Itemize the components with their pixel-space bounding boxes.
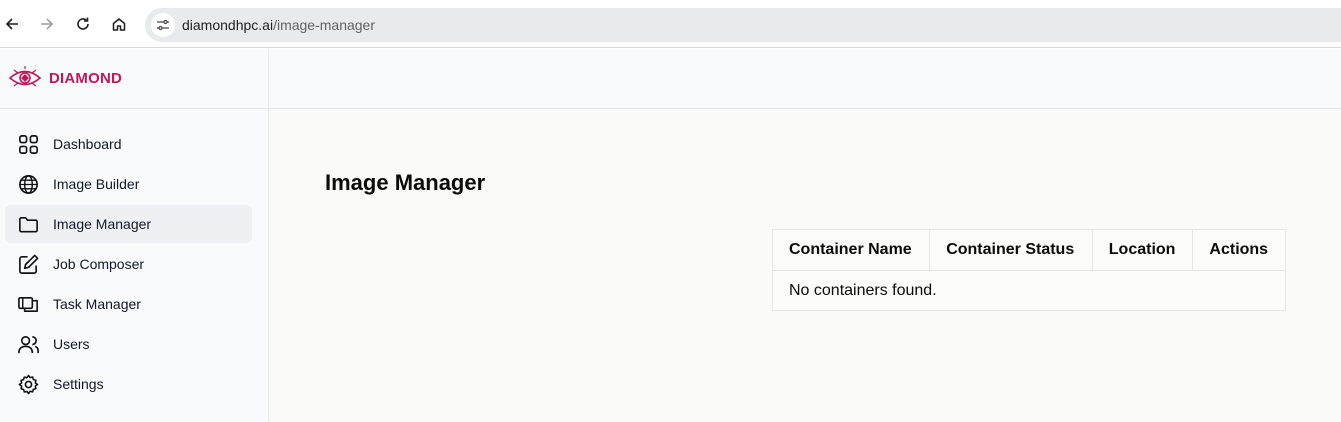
reload-icon (77, 17, 89, 30)
sidebar-item-label: Dashboard (53, 136, 122, 152)
sidebar-item-users[interactable]: Users (5, 325, 252, 363)
brand[interactable]: DIAMOND (0, 49, 268, 109)
column-header-actions: Actions (1192, 229, 1286, 271)
gear-icon (17, 373, 40, 396)
table-header-row: Container Name Container Status Location… (771, 229, 1286, 271)
page-title: Image Manager (325, 170, 486, 195)
sidebar-item-label: Image Manager (53, 216, 152, 232)
address-bar[interactable]: diamondhpc.ai/image-manager (145, 8, 1341, 42)
sidebar-item-image-builder[interactable]: Image Builder (5, 165, 252, 203)
sidebar-item-dashboard[interactable]: Dashboard (5, 125, 252, 163)
arrow-right-icon (41, 18, 54, 30)
url-text: diamondhpc.ai/image-manager (182, 17, 375, 33)
tune-icon (157, 19, 169, 31)
users-icon (17, 333, 40, 356)
sidebar-item-settings[interactable]: Settings (5, 365, 252, 403)
sidebar-item-image-manager[interactable]: Image Manager (5, 205, 252, 243)
empty-state-message: No containers found. (772, 270, 1286, 311)
sidebar-item-label: Image Builder (53, 176, 140, 192)
edit-icon (17, 253, 40, 276)
url-path: /image-manager (273, 17, 375, 33)
brand-name: DIAMOND (49, 70, 123, 87)
forward-button[interactable] (36, 13, 58, 35)
back-button[interactable] (1, 13, 23, 35)
diamond-eye-logo (8, 66, 42, 87)
column-header-container-status: Container Status (929, 229, 1093, 271)
site-info-button[interactable] (151, 13, 175, 37)
sidebar-item-job-composer[interactable]: Job Composer (5, 245, 252, 283)
sidebar-item-label: Job Composer (53, 256, 145, 272)
column-header-container-name: Container Name (771, 229, 931, 271)
home-icon (112, 18, 126, 31)
url-host: diamondhpc.ai (182, 17, 274, 33)
sidebar-item-label: Settings (53, 376, 104, 392)
browser-toolbar: diamondhpc.ai/image-manager (0, 0, 1341, 48)
containers-table: Container Name Container Status Location… (771, 229, 1286, 311)
sidebar-item-label: Users (53, 336, 90, 352)
folder-icon (17, 213, 40, 236)
globe-icon (17, 173, 40, 196)
main-content: Image Manager Container Name Container S… (269, 109, 1341, 422)
reload-button[interactable] (72, 13, 94, 35)
windows-icon (17, 293, 40, 316)
table-row: No containers found. (772, 270, 1286, 311)
sidebar-item-task-manager[interactable]: Task Manager (5, 285, 252, 323)
home-button[interactable] (108, 13, 130, 35)
sidebar: DIAMOND Dashboard Image Builder Image Ma… (0, 49, 269, 422)
top-bar (269, 49, 1341, 109)
sidebar-item-label: Task Manager (53, 296, 141, 312)
column-header-location: Location (1091, 229, 1194, 271)
arrow-left-icon (5, 18, 18, 30)
grid-icon (17, 133, 40, 156)
